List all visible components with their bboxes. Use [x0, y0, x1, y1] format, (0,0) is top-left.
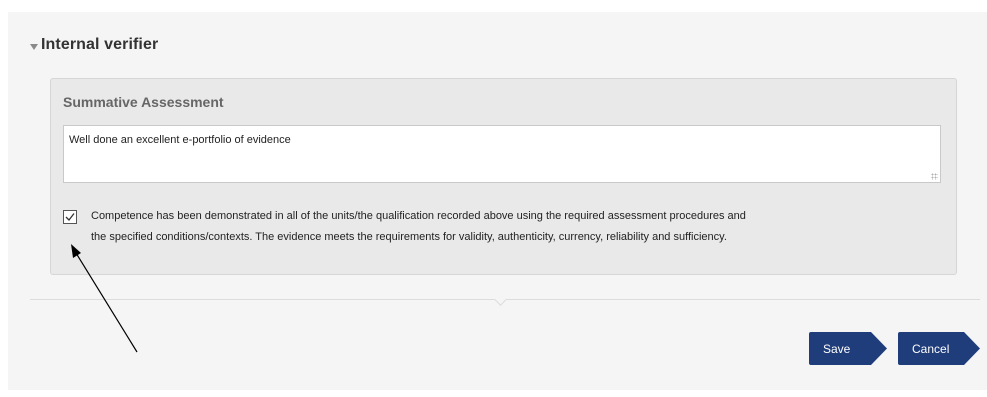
annotation-arrow-icon — [71, 244, 138, 353]
